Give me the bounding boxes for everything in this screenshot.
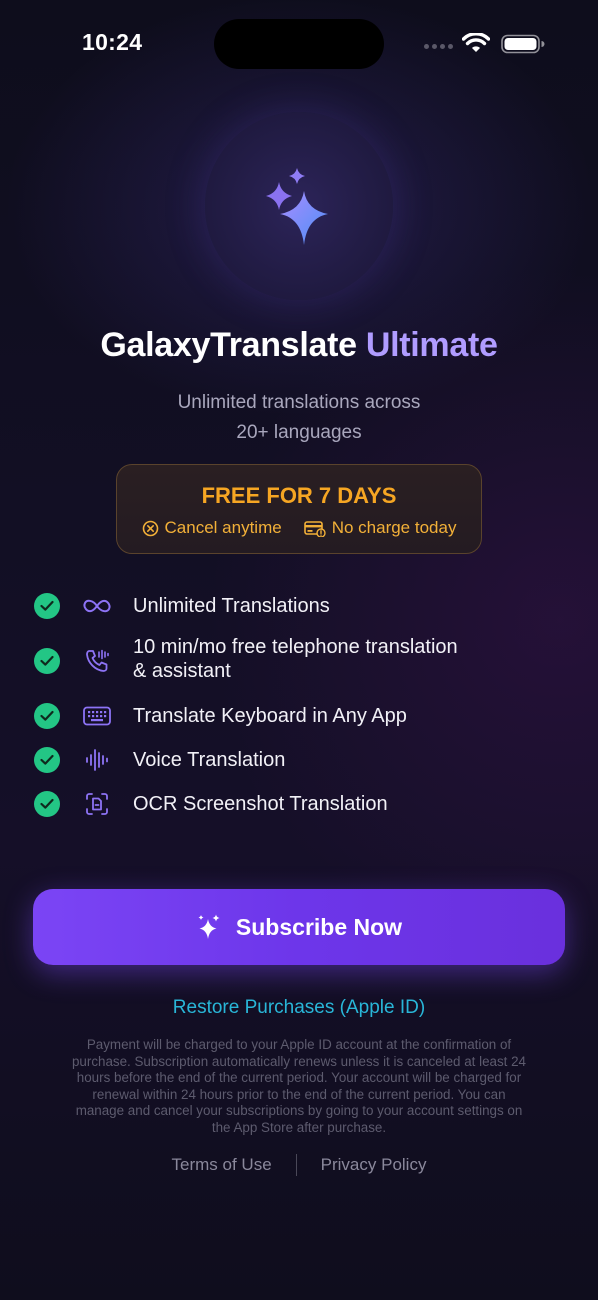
title-main: GalaxyTranslate — [100, 326, 357, 364]
legal-line: renewal within 24 hours prior to the end… — [92, 1086, 506, 1102]
feature-ocr-screenshot: OCR Screenshot Translation — [34, 791, 388, 817]
terms-of-use-link[interactable]: Terms of Use — [172, 1155, 272, 1175]
legal-line: the App Store after purchase. — [211, 1119, 387, 1135]
sparkles-icon — [266, 168, 328, 245]
subtitle-line-1: Unlimited translations across — [177, 392, 421, 413]
status-time: 10:24 — [82, 29, 143, 55]
ocr-scan-icon — [80, 789, 114, 819]
check-circle-icon — [34, 648, 60, 674]
free-trial-banner: FREE FOR 7 DAYS Cancel anytime No charge… — [116, 464, 482, 554]
legal-line: manage and cancel your subscriptions by … — [75, 1103, 523, 1118]
phone-wave-icon — [80, 646, 114, 676]
subtitle-line-2: 20+ languages — [236, 422, 362, 443]
legal-text: Payment will be charged to your Apple ID… — [44, 1037, 554, 1136]
divider — [295, 1154, 297, 1176]
cancel-anytime: Cancel anytime — [142, 518, 282, 538]
check-circle-icon — [34, 791, 60, 817]
no-charge-today: No charge today — [303, 518, 457, 538]
footer-links: Terms of Use Privacy Policy — [0, 1154, 598, 1176]
feature-telephone-translation: 10 min/mo free telephone translation & a… — [34, 636, 458, 682]
check-circle-icon — [34, 703, 60, 729]
feature-text: OCR Screenshot Translation — [133, 793, 388, 815]
feature-text: Translate Keyboard in Any App — [133, 705, 407, 727]
check-circle-icon — [34, 747, 60, 773]
no-charge-label: No charge today — [331, 518, 457, 537]
legal-line: purchase. Subscription automatically ren… — [71, 1053, 527, 1069]
privacy-policy-link[interactable]: Privacy Policy — [321, 1155, 427, 1175]
cellular-signal-icon — [424, 44, 453, 49]
feature-translate-keyboard: Translate Keyboard in Any App — [34, 703, 407, 729]
sparkles-icon — [198, 914, 220, 939]
legal-line: hours before the end of the current peri… — [76, 1070, 522, 1085]
cancel-anytime-label: Cancel anytime — [164, 518, 282, 537]
trial-title: FREE FOR 7 DAYS — [201, 483, 397, 508]
keyboard-icon — [80, 701, 114, 731]
feature-unlimited-translations: Unlimited Translations — [34, 593, 330, 619]
dynamic-island — [214, 19, 384, 69]
subscribe-label: Subscribe Now — [235, 913, 403, 940]
infinity-icon — [80, 591, 114, 621]
subscribe-now-button[interactable]: Subscribe Now — [33, 889, 565, 965]
feature-text-line-1: 10 min/mo free telephone translation — [133, 636, 458, 658]
x-circle-icon — [142, 520, 158, 536]
check-circle-icon — [34, 593, 60, 619]
wifi-icon — [462, 33, 490, 52]
feature-text: 10 min/mo free telephone translation & a… — [133, 635, 458, 683]
credit-card-icon — [303, 520, 326, 537]
feature-voice-translation: Voice Translation — [34, 747, 285, 773]
subtitle: Unlimited translations across 20+ langua… — [0, 388, 598, 448]
waveform-icon — [80, 745, 114, 775]
title-accent: Ultimate — [365, 326, 498, 364]
feature-text: Unlimited Translations — [133, 595, 330, 617]
legal-line: Payment will be charged to your Apple ID… — [86, 1037, 512, 1052]
feature-text-line-2: & assistant — [133, 660, 231, 682]
restore-purchases-link[interactable]: Restore Purchases (Apple ID) — [0, 997, 598, 1019]
page-title: GalaxyTranslate Ultimate — [0, 326, 598, 365]
battery-icon — [501, 34, 545, 54]
feature-text: Voice Translation — [133, 749, 286, 771]
